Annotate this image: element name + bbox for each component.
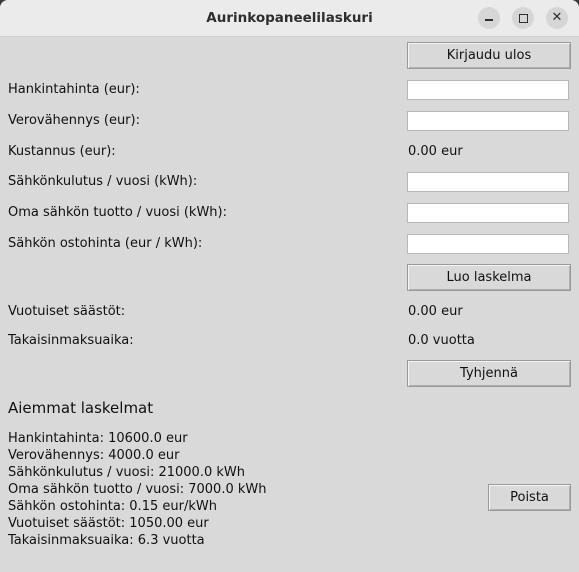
- history-annual-savings: Vuotuiset säästöt: 1050.00 eur: [8, 516, 209, 531]
- title-bar[interactable]: Aurinkopaneelilaskuri ✕: [0, 0, 579, 37]
- annual-savings-value: 0.00 eur: [408, 304, 463, 319]
- payback-value: 0.0 vuotta: [408, 333, 475, 348]
- close-icon: ✕: [551, 10, 563, 25]
- purchase-price-label: Hankintahinta (eur):: [8, 82, 140, 97]
- cost-label: Kustannus (eur):: [8, 144, 116, 159]
- minimize-button[interactable]: [478, 7, 500, 29]
- payback-label: Takaisinmaksuaika:: [8, 333, 134, 348]
- maximize-button[interactable]: [512, 7, 534, 29]
- own-production-label: Oma sähkön tuotto / vuosi (kWh):: [8, 205, 227, 220]
- delete-button[interactable]: Poista: [488, 484, 571, 511]
- tax-deduction-label: Verovähennys (eur):: [8, 113, 140, 128]
- history-purchase-price: Hankintahinta: 10600.0 eur: [8, 431, 188, 446]
- history-own-production: Oma sähkön tuotto / vuosi: 7000.0 kWh: [8, 482, 267, 497]
- tax-deduction-input[interactable]: [407, 111, 569, 131]
- history-consumption: Sähkönkulutus / vuosi: 21000.0 kWh: [8, 465, 245, 480]
- cost-value: 0.00 eur: [408, 144, 463, 159]
- consumption-input[interactable]: [407, 172, 569, 192]
- clear-button[interactable]: Tyhjennä: [407, 360, 571, 387]
- maximize-icon: [519, 14, 528, 23]
- history-list: Hankintahinta: 10600.0 eur Verovähennys:…: [8, 430, 266, 549]
- history-purchase-rate: Sähkön ostohinta: 0.15 eur/kWh: [8, 499, 217, 514]
- logout-button[interactable]: Kirjaudu ulos: [407, 42, 571, 69]
- own-production-input[interactable]: [407, 203, 569, 223]
- history-tax-deduction: Verovähennys: 4000.0 eur: [8, 448, 180, 463]
- purchase-rate-label: Sähkön ostohinta (eur / kWh):: [8, 236, 203, 251]
- history-heading: Aiemmat laskelmat: [8, 399, 154, 417]
- purchase-rate-input[interactable]: [407, 234, 569, 254]
- app-window: Aurinkopaneelilaskuri ✕ Kirjaudu ulos Ha…: [0, 0, 579, 572]
- annual-savings-label: Vuotuiset säästöt:: [8, 304, 126, 319]
- consumption-label: Sähkönkulutus / vuosi (kWh):: [8, 174, 198, 189]
- history-payback: Takaisinmaksuaika: 6.3 vuotta: [8, 533, 205, 548]
- close-button[interactable]: ✕: [546, 7, 568, 29]
- purchase-price-input[interactable]: [407, 80, 569, 100]
- calculate-button[interactable]: Luo laskelma: [407, 264, 571, 291]
- minimize-icon: [485, 19, 493, 21]
